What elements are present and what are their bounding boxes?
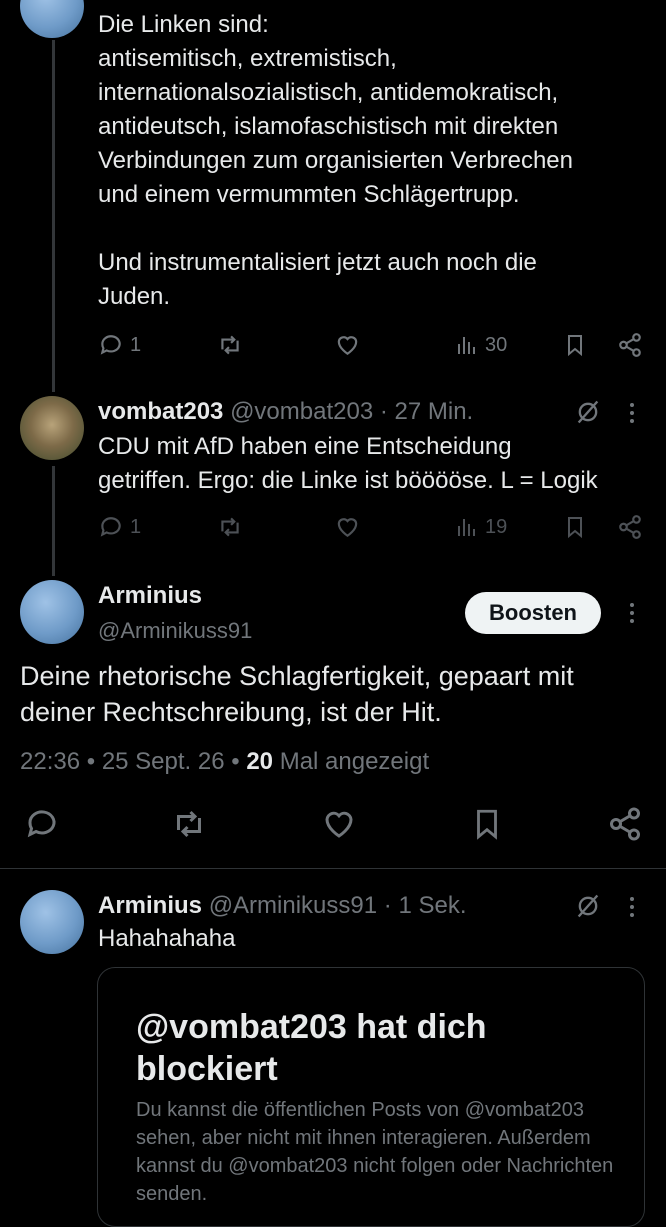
post-text: Hahahahaha xyxy=(98,925,236,952)
repost-button[interactable] xyxy=(216,332,244,358)
timestamp[interactable]: 27 Min. xyxy=(395,398,474,425)
display-name[interactable]: vombat203 xyxy=(98,398,223,425)
grok-icon xyxy=(577,894,599,918)
post-time[interactable]: 22:36 xyxy=(20,748,80,775)
reply-icon xyxy=(27,810,56,838)
views-icon xyxy=(458,337,475,354)
bookmark-button[interactable] xyxy=(563,514,587,540)
avatar[interactable] xyxy=(20,0,84,38)
share-icon xyxy=(619,515,641,539)
bookmark-icon xyxy=(568,335,582,357)
avatar[interactable] xyxy=(20,580,84,644)
repost-button[interactable] xyxy=(170,806,208,842)
separator: • xyxy=(231,748,240,775)
post-text: CDU mit AfD haben eine Entscheidung getr… xyxy=(98,433,598,494)
reply-button[interactable]: 1 xyxy=(98,514,141,540)
grok-icon xyxy=(577,400,599,424)
blocked-description: Du kannst die öffentlichen Posts von @vo… xyxy=(136,1099,614,1205)
user-handle[interactable]: @Arminikuss91 xyxy=(209,892,377,919)
repost-icon xyxy=(221,517,239,537)
boost-button[interactable]: Boosten xyxy=(465,592,601,634)
share-icon xyxy=(610,807,640,841)
more-button[interactable] xyxy=(622,892,642,922)
post-date[interactable]: 25 Sept. 26 xyxy=(102,748,225,775)
timestamp[interactable]: 1 Sek. xyxy=(398,892,466,919)
post-metadata: 22:36 • 25 Sept. 26 • 20 Mal angezeigt xyxy=(20,746,429,778)
user-handle[interactable]: @vombat203 xyxy=(230,398,373,425)
more-button[interactable] xyxy=(622,398,642,428)
separator: • xyxy=(86,748,96,775)
user-handle[interactable]: @Arminikuss91 xyxy=(98,616,252,646)
bookmark-icon xyxy=(568,517,582,539)
post-header: vombat203 @vombat203 · 27 Min. xyxy=(98,396,473,428)
grok-button[interactable] xyxy=(574,398,602,431)
grok-button[interactable] xyxy=(574,892,602,925)
display-name[interactable]: Arminius xyxy=(98,892,202,919)
views-count: 19 xyxy=(485,515,508,538)
separator: · xyxy=(383,892,392,919)
like-button[interactable] xyxy=(334,332,361,358)
post-text: Die Linken sind: antisemitisch, extremis… xyxy=(98,11,573,310)
share-button[interactable] xyxy=(607,806,643,842)
avatar[interactable] xyxy=(20,396,84,460)
more-button[interactable] xyxy=(622,598,642,628)
views-button[interactable]: 30 xyxy=(455,332,507,358)
views-count: 30 xyxy=(485,333,508,356)
like-icon xyxy=(337,518,358,537)
repost-icon xyxy=(221,335,239,355)
thread-line xyxy=(52,466,55,576)
like-button[interactable] xyxy=(334,514,361,540)
views-button[interactable]: 19 xyxy=(455,514,507,540)
share-button[interactable] xyxy=(617,332,643,358)
repost-icon xyxy=(177,810,201,838)
like-icon xyxy=(325,811,353,838)
post-text: Deine rhetorische Schlagfertigkeit, gepa… xyxy=(20,661,574,727)
reply-button[interactable]: 1 xyxy=(98,332,141,358)
reply-count: 1 xyxy=(130,515,142,538)
views-icon xyxy=(458,519,475,536)
share-button[interactable] xyxy=(617,514,643,540)
repost-button[interactable] xyxy=(216,514,244,540)
separator: · xyxy=(379,398,388,425)
blocked-notice-card: @vombat203 hat dich blockiert Du kannst … xyxy=(97,967,645,1227)
reply-icon xyxy=(100,335,121,355)
avatar[interactable] xyxy=(20,890,84,954)
bookmark-button[interactable] xyxy=(470,806,504,842)
divider xyxy=(0,868,666,869)
reply-icon xyxy=(100,517,121,537)
bookmark-button[interactable] xyxy=(563,332,587,358)
bookmark-icon xyxy=(477,809,497,840)
blocked-title: @vombat203 hat dich blockiert xyxy=(136,1008,487,1088)
reply-count: 1 xyxy=(130,333,142,356)
share-icon xyxy=(619,333,641,357)
thread-line xyxy=(52,40,55,392)
display-name[interactable]: Arminius xyxy=(98,580,202,612)
views-label: Mal angezeigt xyxy=(279,748,430,775)
like-button[interactable] xyxy=(320,806,358,842)
reply-button[interactable] xyxy=(24,806,60,842)
post-header: Arminius @Arminikuss91 · 1 Sek. xyxy=(98,890,467,922)
like-icon xyxy=(337,336,358,355)
views-count[interactable]: 20 xyxy=(246,748,273,775)
